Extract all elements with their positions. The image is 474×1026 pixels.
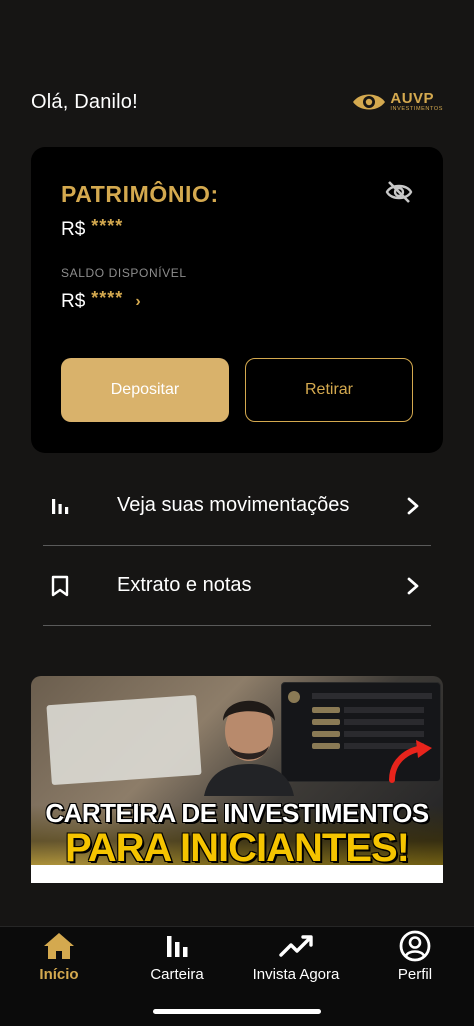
tab-label: Início — [39, 966, 79, 983]
deposit-button[interactable]: Depositar — [61, 358, 229, 422]
patrimonio-card: PATRIMÔNIO: R$ **** SALDO DISPONÍVEL R$ … — [31, 147, 443, 453]
tab-perfil[interactable]: Perfil — [356, 929, 474, 987]
saldo-masked: **** — [91, 287, 124, 308]
profile-icon — [399, 929, 431, 963]
saldo-disponivel-value[interactable]: R$ **** › — [61, 287, 141, 313]
document-image — [46, 694, 202, 786]
menu-item-label: Veja suas movimentações — [117, 494, 350, 516]
video-thumbnail-banner[interactable]: CARTEIRA DE INVESTIMENTOS PARA INICIANTE… — [31, 676, 443, 883]
greeting-text: Olá, Danilo! — [31, 90, 138, 113]
auvp-logo: AUVP INVESTIMENTOS — [352, 91, 443, 113]
menu-item-extrato[interactable]: Extrato e notas — [43, 546, 431, 626]
saldo-disponivel-label: SALDO DISPONÍVEL — [61, 266, 187, 280]
tab-inicio[interactable]: Início — [0, 929, 118, 987]
banner-title-line1: CARTEIRA DE INVESTIMENTOS — [45, 798, 429, 828]
presenter-image — [199, 676, 299, 796]
patrimonio-value: R$ **** — [61, 215, 124, 241]
home-indicator[interactable] — [153, 1009, 321, 1014]
masked-balance: **** — [91, 215, 124, 236]
chevron-right-icon — [401, 496, 425, 516]
trend-line-icon — [279, 929, 313, 963]
menu-item-label: Extrato e notas — [117, 574, 252, 596]
tab-carteira[interactable]: Carteira — [118, 929, 236, 987]
currency-symbol: R$ — [61, 219, 86, 240]
tab-label: Invista Agora — [252, 966, 340, 983]
eye-off-icon — [385, 181, 413, 203]
tab-label: Perfil — [397, 966, 433, 983]
bookmark-icon — [45, 575, 75, 597]
tab-label: Carteira — [150, 966, 204, 983]
menu-item-movimentacoes[interactable]: Veja suas movimentações — [43, 466, 431, 546]
chevron-right-icon: › — [135, 293, 141, 310]
saldo-currency: R$ — [61, 291, 86, 312]
banner-bottom-bar — [31, 865, 443, 883]
header: Olá, Danilo! AUVP INVESTIMENTOS — [31, 86, 443, 118]
withdraw-button[interactable]: Retirar — [245, 358, 413, 422]
home-icon — [43, 929, 75, 963]
bar-chart-icon — [164, 929, 190, 963]
red-arrow-icon — [389, 740, 432, 783]
logo-subtitle: INVESTIMENTOS — [390, 106, 443, 113]
eye-logo-icon — [353, 94, 386, 110]
hide-balance-toggle[interactable] — [385, 180, 413, 204]
patrimonio-title: PATRIMÔNIO: — [61, 181, 219, 207]
tab-invista-agora[interactable]: Invista Agora — [237, 929, 355, 987]
chevron-right-icon — [401, 576, 425, 596]
logo-brand: AUVP — [390, 90, 435, 108]
bar-chart-icon — [45, 497, 75, 515]
